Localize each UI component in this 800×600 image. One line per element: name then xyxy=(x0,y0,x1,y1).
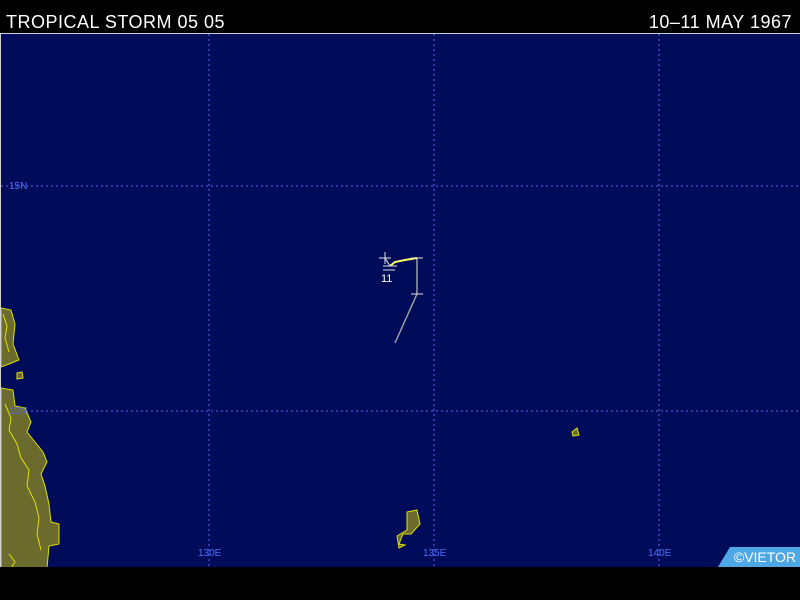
landmasses xyxy=(1,307,580,568)
date-range: 10–11 MAY 1967 xyxy=(648,12,792,32)
storm-track: 11 xyxy=(379,252,423,344)
land-sonsorol-islet xyxy=(571,427,580,437)
track-date-marker-label: 11 xyxy=(381,273,392,285)
track-map[interactable]: 15N 10N 130E 135E 140E 11 xyxy=(0,33,800,568)
title-bar: TROPICAL STORM 05 05 10–11 MAY 1967 xyxy=(0,0,800,33)
lon-label-140e: 140E xyxy=(648,548,672,559)
track-segment-depression xyxy=(394,293,418,344)
map-canvas: 15N 10N 130E 135E 140E 11 xyxy=(1,34,800,568)
land-small-islet-1 xyxy=(16,371,24,380)
lat-label-10n: 10N xyxy=(9,406,27,417)
storm-title: TROPICAL STORM 05 05 xyxy=(6,12,226,32)
lon-label-130e: 130E xyxy=(198,548,222,559)
land-palau xyxy=(396,509,421,549)
credit-badge: ©VIETOR xyxy=(718,547,800,567)
grid-labels: 15N 10N 130E 135E 140E xyxy=(9,181,672,559)
lon-label-135e: 135E xyxy=(423,548,447,559)
footer-bar xyxy=(0,567,800,600)
track-segment-end xyxy=(384,257,391,267)
graticule xyxy=(1,34,800,568)
lat-label-15n: 15N xyxy=(9,181,27,192)
track-segment-storm xyxy=(389,257,418,267)
